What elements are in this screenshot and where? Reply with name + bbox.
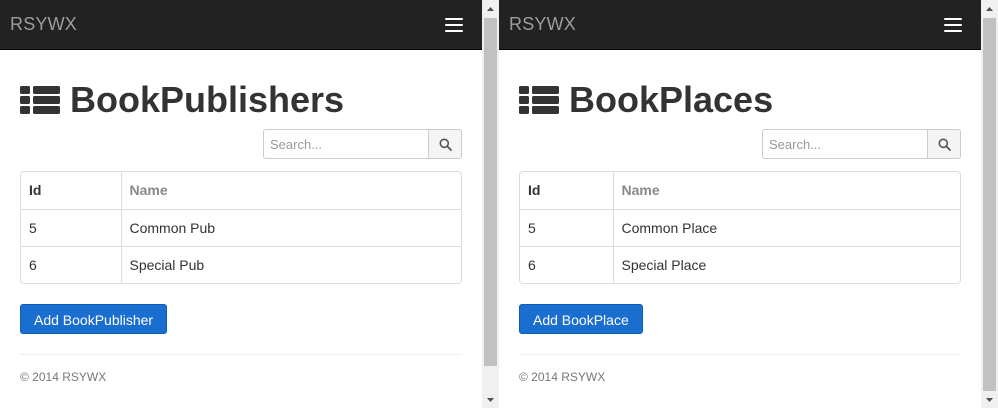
table-header-row: Id Name	[21, 172, 461, 209]
table-row[interactable]: 5 Common Place	[520, 208, 960, 246]
table-row[interactable]: 6 Special Place	[520, 245, 960, 283]
scroll-down-icon[interactable]	[981, 391, 998, 408]
scroll-up-icon[interactable]	[981, 0, 998, 17]
column-header-name[interactable]: Name	[120, 172, 461, 209]
page-title: BookPlaces	[569, 79, 774, 120]
menu-icon[interactable]	[436, 15, 470, 37]
search-group	[263, 129, 462, 159]
cell-name: Common Place	[612, 208, 960, 246]
scroll-up-icon[interactable]	[482, 0, 499, 17]
list-icon	[20, 86, 60, 114]
cell-name: Special Place	[612, 245, 960, 283]
search-icon	[439, 138, 452, 151]
navbar: RSYWX	[499, 0, 981, 50]
add-bookplace-button[interactable]: Add BookPlace	[519, 304, 643, 334]
scrollbar[interactable]	[981, 0, 998, 408]
scrollbar[interactable]	[482, 0, 499, 408]
table-header-row: Id Name	[520, 172, 960, 209]
cell-name: Common Pub	[120, 208, 461, 246]
navbar-brand[interactable]: RSYWX	[10, 14, 77, 35]
page-heading: BookPublishers	[20, 79, 462, 121]
add-bookpublisher-button[interactable]: Add BookPublisher	[20, 304, 168, 334]
search-bar	[519, 129, 961, 159]
menu-icon[interactable]	[935, 15, 969, 37]
list-icon	[519, 86, 559, 114]
search-icon	[938, 138, 951, 151]
column-header-name[interactable]: Name	[612, 172, 960, 209]
column-header-id[interactable]: Id	[21, 172, 121, 209]
search-group	[762, 129, 961, 159]
left-browser-pane: RSYWX BookPublishers Search... Id Name 5…	[0, 0, 482, 408]
main-content: BookPublishers Id Name	[0, 79, 482, 384]
main-content: BookPlaces Id Name	[499, 79, 981, 384]
scrollbar-thumb[interactable]	[484, 18, 497, 366]
cell-id: 5	[520, 208, 613, 246]
footer-copyright: © 2014 RSYWX	[519, 370, 606, 384]
navbar: RSYWX	[0, 0, 482, 50]
search-input[interactable]	[762, 129, 927, 159]
search-input[interactable]	[263, 129, 428, 159]
column-header-id[interactable]: Id	[520, 172, 613, 209]
table-row[interactable]: 6 Special Pub	[21, 245, 461, 283]
cell-name: Special Pub	[120, 245, 461, 283]
search-button[interactable]	[927, 129, 961, 159]
navbar-brand[interactable]: RSYWX	[509, 14, 576, 35]
footer-copyright: © 2014 RSYWX	[20, 370, 107, 384]
footer-divider	[20, 354, 462, 355]
search-button[interactable]	[428, 129, 462, 159]
cell-id: 5	[21, 208, 121, 246]
search-bar	[20, 129, 462, 159]
page-title: BookPublishers	[70, 79, 345, 120]
cell-id: 6	[21, 245, 121, 283]
table-row[interactable]: 5 Common Pub	[21, 208, 461, 246]
page-heading: BookPlaces	[519, 79, 961, 121]
cell-id: 6	[520, 245, 613, 283]
data-table: Id Name 5 Common Place 6 Special Place	[519, 171, 961, 284]
scroll-down-icon[interactable]	[482, 391, 499, 408]
right-browser-pane: RSYWX BookPlaces Search... Id Name 5 Com…	[499, 0, 981, 408]
scrollbar-thumb[interactable]	[983, 18, 996, 391]
data-table: Id Name 5 Common Pub 6 Special Pub	[20, 171, 462, 284]
footer-divider	[519, 354, 961, 355]
